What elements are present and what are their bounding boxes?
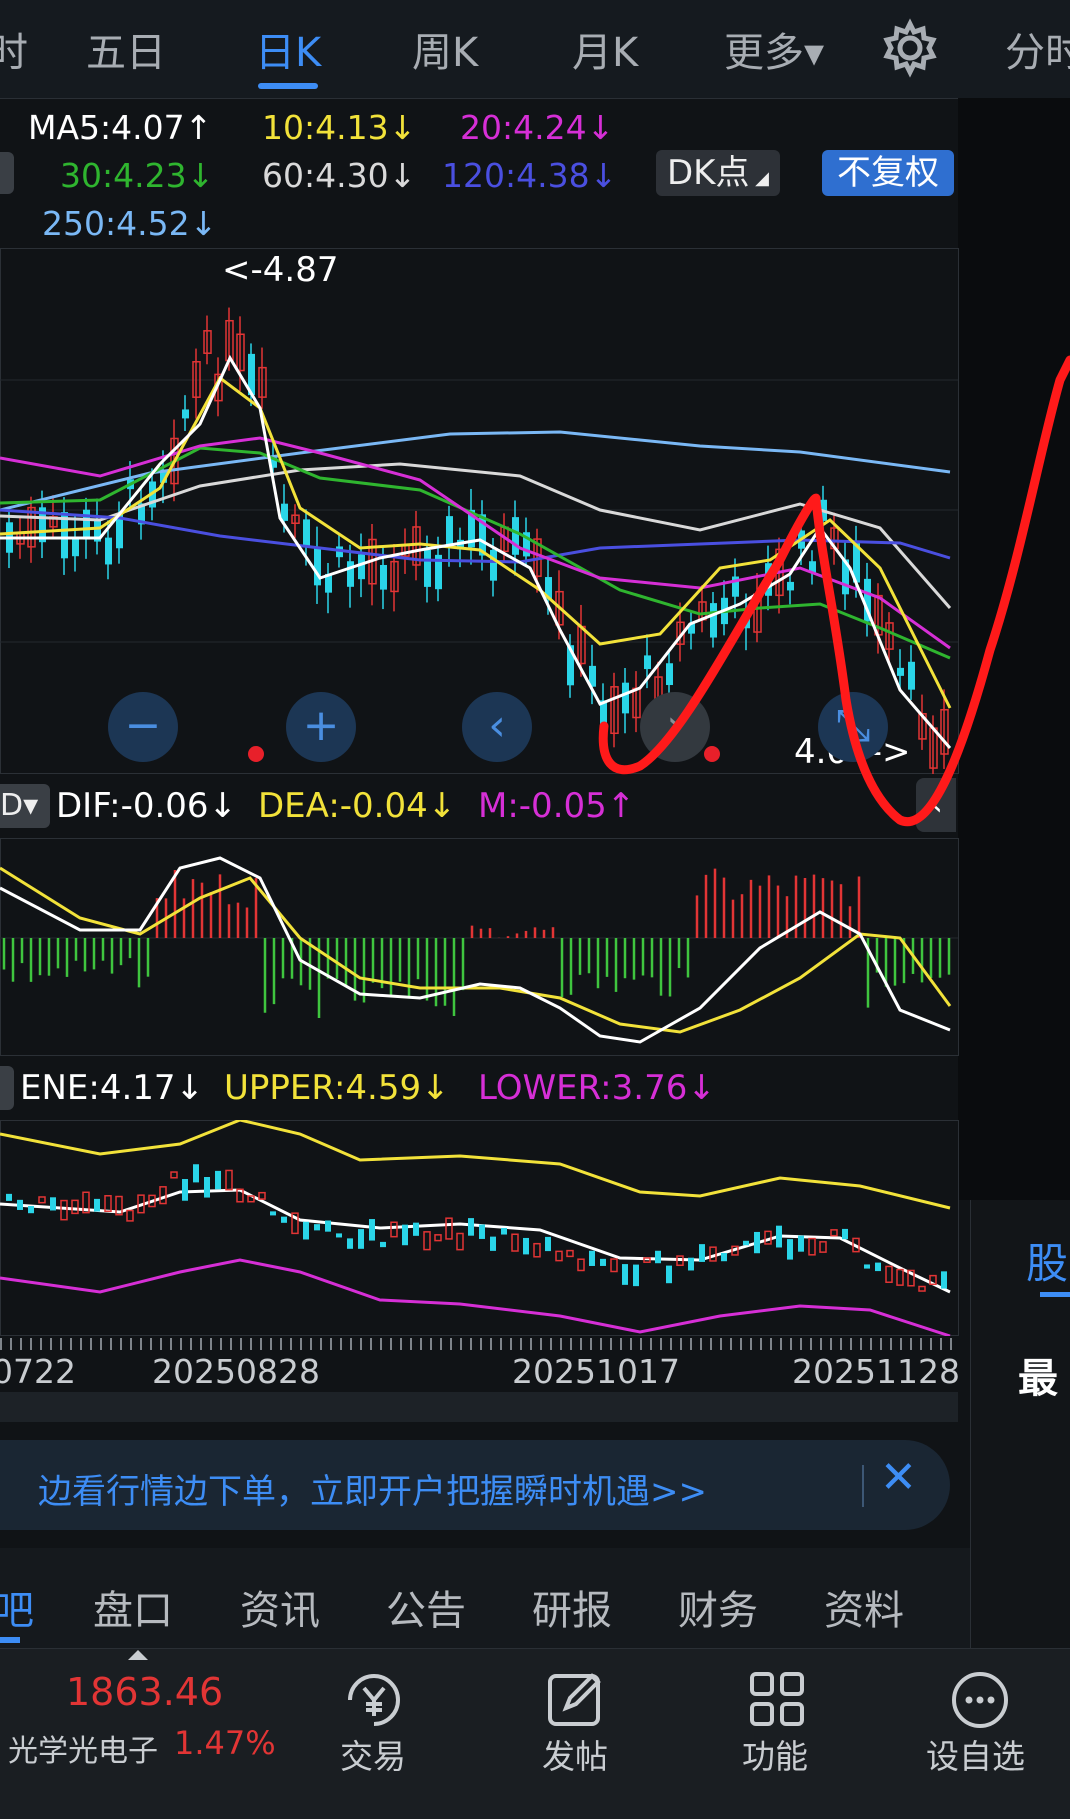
expand-arrow-icon[interactable] [128, 1650, 148, 1660]
subtab-announcements[interactable]: 公告 [386, 1578, 466, 1636]
side-latest-label: 最 [1018, 1356, 1058, 1402]
yuan-icon[interactable] [334, 1660, 414, 1740]
subtab-finance[interactable]: 财务 [678, 1578, 758, 1636]
side-tab-stock[interactable]: 股 [1026, 1230, 1068, 1291]
subtab-research[interactable]: 研报 [532, 1578, 612, 1636]
post-label[interactable]: 发帖 [542, 1730, 608, 1778]
side-tab-underline [1040, 1292, 1070, 1297]
index-change[interactable]: 1.47% [174, 1724, 276, 1762]
banner-separator [862, 1465, 864, 1507]
freehand-annotation [598, 355, 1070, 827]
subtab-pankou[interactable]: 盘口 [93, 1578, 173, 1636]
index-name[interactable]: 光学光电子 [8, 1726, 158, 1770]
subtab-forum[interactable]: 吧 [0, 1578, 34, 1636]
functions-label[interactable]: 功能 [742, 1730, 808, 1778]
banner-text[interactable]: 边看行情边下单，立即开户把握瞬时机遇>> [38, 1464, 707, 1513]
edit-icon[interactable] [536, 1660, 616, 1740]
subtab-profile[interactable]: 资料 [824, 1578, 904, 1636]
more-circle-icon[interactable] [940, 1660, 1020, 1740]
banner-close-icon[interactable]: ✕ [880, 1452, 917, 1503]
trade-label[interactable]: 交易 [340, 1730, 406, 1778]
index-value[interactable]: 1863.46 [66, 1670, 223, 1714]
grid-icon[interactable] [738, 1660, 818, 1740]
subtab-news[interactable]: 资讯 [240, 1578, 320, 1636]
subtab-active-underline [0, 1637, 20, 1643]
add-watchlist-label[interactable]: 设自选 [926, 1730, 1025, 1778]
